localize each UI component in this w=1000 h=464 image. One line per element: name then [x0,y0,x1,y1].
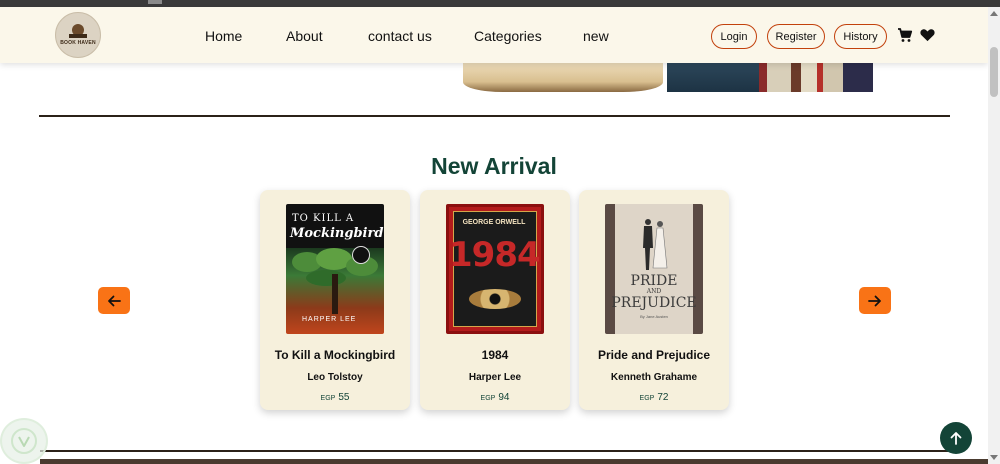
book-card[interactable]: PRIDE AND PREJUDICE By Jane Austen Pride… [579,190,729,410]
book-title: Pride and Prejudice [597,348,711,362]
book-author: Leo Tolstoy [307,372,363,383]
price-currency: EGP [480,395,496,402]
top-strip-mark [148,0,162,4]
book-spine [759,58,767,92]
cover-title: PRIDE AND PREJUDICE [605,274,703,310]
page-scrollbar[interactable] [988,7,1000,464]
browser-top-strip [0,0,1000,7]
register-button[interactable]: Register [767,24,825,49]
book-spine [667,58,759,92]
carousel-prev-button[interactable] [98,287,130,314]
book-title: 1984 [481,348,509,362]
book-spine [823,58,843,92]
scroll-to-top-button[interactable] [940,422,972,454]
footer-edge [40,459,988,464]
price-value: 72 [657,392,669,403]
book-author: Harper Lee [468,372,522,383]
book-card[interactable]: TO KILL A Mockingbird HARPER LEE To Kill… [260,190,410,410]
cover-author: By Jane Austen [640,314,668,319]
price-value: 94 [498,392,510,403]
section-title: New Arrival [431,153,557,179]
scrollbar-thumb[interactable] [990,47,998,97]
logo-emblem-icon [69,24,87,38]
cart-icon[interactable] [897,27,913,43]
badge-inner [11,428,37,454]
book-title: To Kill a Mockingbird [274,348,396,362]
site-logo[interactable]: BOOK HAVEN [55,12,101,58]
login-button[interactable]: Login [711,24,757,49]
arrow-right-icon [868,295,881,306]
book-spine [791,58,801,92]
price-currency: EGP [320,395,336,402]
book-spine [801,58,817,92]
scroll-down-icon[interactable] [990,455,998,460]
nav-link-new[interactable]: new [583,28,609,44]
cover-title-line3: PREJUDICE [611,295,697,311]
cover-title: 1984 [449,235,541,275]
cover-author: HARPER LEE [302,316,357,323]
book-price: EGP 55 [260,392,410,403]
book-cover: GEORGE ORWELL 1984 [446,204,544,334]
check-shield-icon [18,436,30,447]
book-price: EGP 94 [420,392,570,403]
arrow-left-icon [108,295,121,306]
cover-author: GEORGE ORWELL [462,219,526,226]
cover-title-line1: TO KILL A [292,213,355,224]
floating-badge[interactable] [0,418,48,464]
price-currency: EGP [639,395,655,402]
nav-link-contact[interactable]: contact us [368,28,432,44]
book-cover: PRIDE AND PREJUDICE By Jane Austen [605,204,703,334]
cover-title-line1: PRIDE [630,273,678,289]
cover-eye-graphic [469,289,521,309]
book-spine [843,58,873,92]
hero-books-image [463,58,875,92]
book-author: Kenneth Grahame [610,372,698,383]
heart-icon[interactable] [920,28,935,42]
section-divider [39,115,950,117]
carousel-next-button[interactable] [859,287,891,314]
book-spine [767,58,791,92]
open-book [463,58,663,92]
book-card[interactable]: GEORGE ORWELL 1984 1984 Harper Lee EGP 94 [420,190,570,410]
logo-text: BOOK HAVEN [60,40,96,46]
nav-link-about[interactable]: About [286,28,323,44]
book-cover: TO KILL A Mockingbird HARPER LEE [286,204,384,334]
scroll-up-icon[interactable] [990,11,998,16]
cover-couple-figure [643,219,668,270]
price-value: 55 [338,392,350,403]
cover-tree-leaves [306,270,346,286]
section-divider [40,450,948,452]
cover-award-badge [352,246,370,264]
arrow-up-icon [950,432,962,445]
book-price: EGP 72 [579,392,729,403]
history-button[interactable]: History [834,24,887,49]
nav-link-categories[interactable]: Categories [474,28,542,44]
navbar: BOOK HAVEN Home About contact us Categor… [0,7,988,63]
nav-link-home[interactable]: Home [205,28,242,44]
cover-tree-trunk [332,274,338,314]
cover-title-line2: Mockingbird [290,226,384,241]
